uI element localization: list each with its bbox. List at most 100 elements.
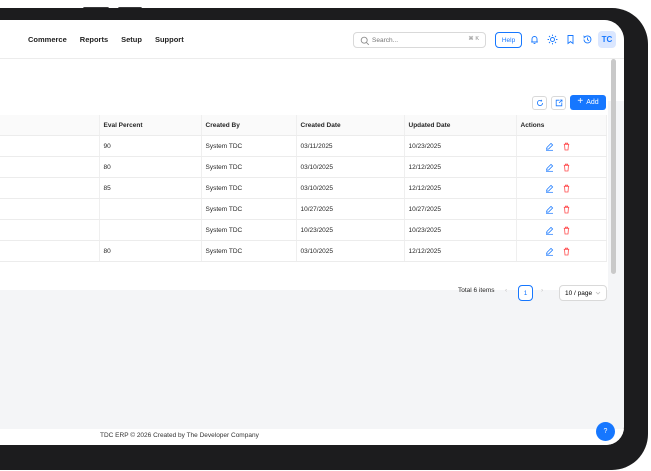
cell-name [0,135,100,157]
delete-icon[interactable] [562,226,571,235]
device-bezel: Commerce Reports Setup Support ⌘ K Help … [0,8,648,470]
plus-icon: + [577,96,584,107]
bell-icon[interactable] [529,34,540,45]
cell-name [0,219,100,241]
cell-eval-percent [99,198,202,220]
delete-icon[interactable] [562,142,571,151]
delete-icon[interactable] [562,184,571,193]
table-row: 80 System TDC 03/10/2025 12/12/2025 [0,240,607,262]
cell-created-by: System TDC [201,240,297,262]
cell-created-date: 10/27/2025 [296,198,405,220]
table-row: System TDC 10/23/2025 10/23/2025 [0,219,607,241]
column-header-created-by[interactable]: Created By [201,115,297,136]
cell-created-by: System TDC [201,135,297,157]
edit-icon[interactable] [545,205,554,214]
cell-name [0,240,100,262]
footer: TDC ERP © 2026 Created by The Developer … [0,429,624,445]
page-1-button[interactable]: 1 [518,285,533,301]
main-nav: Commerce Reports Setup Support [28,20,184,58]
search-box[interactable]: ⌘ K [353,32,486,48]
app-screen: Commerce Reports Setup Support ⌘ K Help … [0,20,624,445]
cell-created-by: System TDC [201,156,297,178]
edit-icon[interactable] [545,247,554,256]
cell-eval-percent: 80 [99,240,202,262]
cell-updated-date: 10/23/2025 [404,219,517,241]
edit-icon[interactable] [545,163,554,172]
search-input[interactable] [372,34,452,46]
cell-actions [516,156,607,178]
add-button[interactable]: + Add [570,95,606,110]
column-header-created-date[interactable]: Created Date [296,115,405,136]
help-button[interactable]: Help [495,32,522,48]
cell-updated-date: 10/23/2025 [404,135,517,157]
table-row: 85 System TDC 03/10/2025 12/12/2025 [0,177,607,199]
cell-updated-date: 10/27/2025 [404,198,517,220]
cell-eval-percent: 85 [99,177,202,199]
tablet-device: Commerce Reports Setup Support ⌘ K Help … [0,0,651,471]
nav-item-reports[interactable]: Reports [80,35,108,44]
nav-item-setup[interactable]: Setup [121,35,142,44]
page-size-select[interactable]: 10 / page [559,285,607,301]
user-avatar[interactable]: TC [598,31,616,48]
cell-created-date: 03/10/2025 [296,156,405,178]
data-table: Eval Percent Created By Created Date Upd… [0,115,607,262]
edit-icon[interactable] [545,184,554,193]
reload-button[interactable] [532,96,547,110]
cell-eval-percent: 90 [99,135,202,157]
table-row: 90 System TDC 03/11/2025 10/23/2025 [0,135,607,157]
edit-icon[interactable] [545,142,554,151]
history-icon[interactable] [582,34,593,45]
nav-item-commerce[interactable]: Commerce [28,35,67,44]
cell-created-by: System TDC [201,198,297,220]
column-header-updated-date[interactable]: Updated Date [404,115,517,136]
sun-icon[interactable] [547,34,558,45]
pagination-total: Total 6 items [458,287,495,294]
cell-created-by: System TDC [201,177,297,199]
cell-eval-percent [99,219,202,241]
column-header-actions: Actions [516,115,607,136]
cell-created-date: 03/10/2025 [296,177,405,199]
next-page-button[interactable]: › [541,287,543,294]
cell-created-date: 03/10/2025 [296,240,405,262]
table-row: 80 System TDC 03/10/2025 12/12/2025 [0,156,607,178]
scrollbar[interactable] [611,59,616,274]
table-body: 90 System TDC 03/11/2025 10/23/2025 80 System… [0,135,607,262]
reload-icon [536,99,543,106]
footer-text: TDC ERP © 2026 Created by The Developer … [100,432,259,439]
cell-actions [516,135,607,157]
cell-updated-date: 12/12/2025 [404,240,517,262]
bookmark-icon[interactable] [565,34,576,45]
cell-name [0,198,100,220]
search-icon [360,36,370,46]
table-row: System TDC 10/27/2025 10/27/2025 [0,198,607,220]
cell-name [0,156,100,178]
cell-created-date: 03/11/2025 [296,135,405,157]
cell-created-date: 10/23/2025 [296,219,405,241]
top-header: Commerce Reports Setup Support ⌘ K Help … [0,20,624,59]
cell-actions [516,177,607,199]
page-size-value: 10 / page [565,289,593,297]
prev-page-button[interactable]: ‹ [505,287,507,294]
add-button-label: Add [586,99,599,106]
cell-updated-date: 12/12/2025 [404,156,517,178]
cell-updated-date: 12/12/2025 [404,177,517,199]
column-header-eval-percent[interactable]: Eval Percent [99,115,202,136]
column-header-name [0,115,100,136]
cell-actions [516,240,607,262]
cell-created-by: System TDC [201,219,297,241]
nav-item-support[interactable]: Support [155,35,184,44]
delete-icon[interactable] [562,205,571,214]
delete-icon[interactable] [562,247,571,256]
help-fab-button[interactable]: ? [596,422,615,441]
search-shortcut: ⌘ K [468,36,479,42]
chevron-down-icon [595,291,601,295]
export-button[interactable] [551,96,566,110]
cell-name [0,177,100,199]
cell-eval-percent: 80 [99,156,202,178]
table-card: + Add Eval Percent Created By Created Da… [0,88,608,301]
edit-icon[interactable] [545,226,554,235]
delete-icon[interactable] [562,163,571,172]
table-header-row: Eval Percent Created By Created Date Upd… [0,115,607,136]
cell-actions [516,219,607,241]
export-icon [555,99,562,107]
